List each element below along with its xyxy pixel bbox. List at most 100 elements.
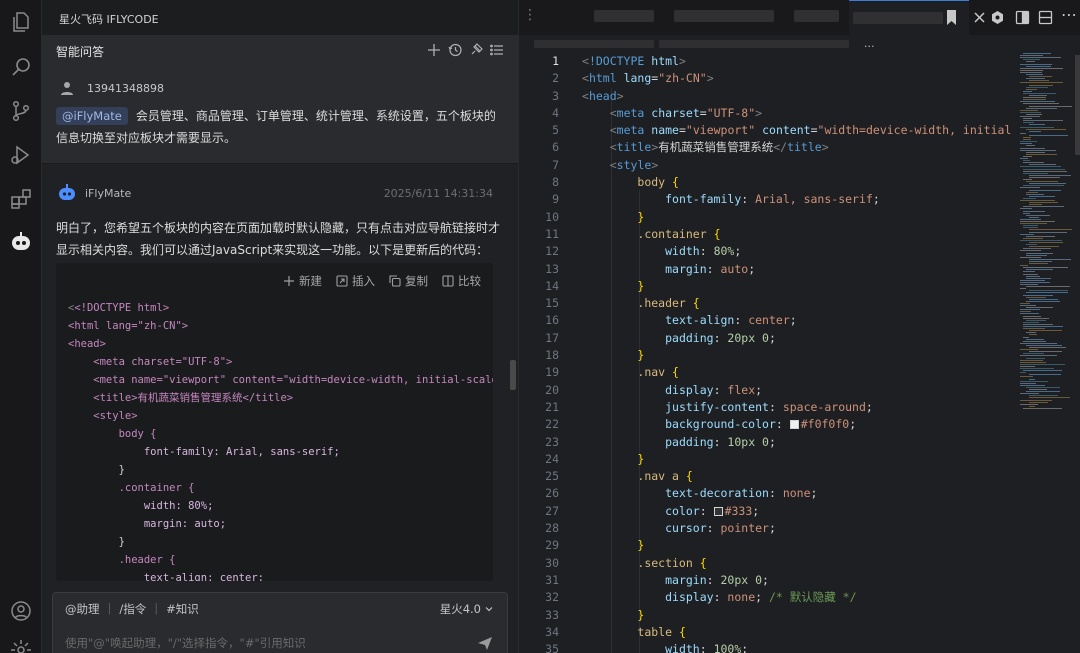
account-icon[interactable] bbox=[9, 599, 33, 623]
chat-header: 智能问答 bbox=[42, 35, 518, 65]
minimap-line bbox=[1029, 351, 1062, 353]
line-number: 19 bbox=[545, 365, 559, 380]
copy-button[interactable]: 复制 bbox=[389, 273, 428, 289]
code-line: } bbox=[637, 348, 645, 363]
minimap-line bbox=[1029, 347, 1066, 348]
chat-input-field[interactable]: 使用"@"唤起助理，"/"选择指令，"#"引用知识 bbox=[65, 635, 306, 651]
source-control-icon[interactable] bbox=[9, 99, 33, 123]
code-line: <meta name="viewport" content="width=dev… bbox=[609, 123, 1012, 138]
tab-blurred[interactable] bbox=[674, 10, 774, 22]
minimap-line bbox=[1020, 359, 1043, 361]
code-line: <!DOCTYPE html> bbox=[582, 54, 686, 68]
more-actions-icon[interactable]: ⋯ bbox=[1061, 5, 1077, 24]
minimap-line bbox=[1023, 155, 1032, 157]
line-number: 25 bbox=[545, 469, 559, 484]
toggle-panel-icon[interactable] bbox=[1038, 10, 1053, 25]
minimap-line bbox=[1020, 361, 1046, 363]
minimap-line bbox=[1020, 158, 1028, 159]
minimap-line bbox=[1020, 372, 1026, 374]
minimap-line bbox=[1020, 403, 1038, 405]
minimap[interactable] bbox=[1016, 53, 1076, 413]
minimap-line bbox=[1029, 130, 1041, 132]
code-line: background-color: #f0f0f0; bbox=[665, 417, 857, 432]
settings-icon[interactable] bbox=[9, 638, 33, 653]
code-area[interactable]: <!DOCTYPE html> <html lang="zh-CN"> <hea… bbox=[582, 53, 1012, 653]
minimap-line bbox=[1023, 248, 1051, 250]
minimap-line bbox=[1023, 317, 1049, 319]
minimap-line bbox=[1026, 74, 1043, 75]
explorer-icon[interactable] bbox=[9, 10, 33, 34]
new-file-button[interactable]: 新建 bbox=[283, 273, 322, 289]
breadcrumb-item[interactable] bbox=[534, 40, 654, 48]
insert-button[interactable]: 插入 bbox=[336, 273, 375, 289]
extensions-icon[interactable] bbox=[9, 187, 33, 211]
copy-icon bbox=[389, 275, 401, 287]
minimap-line bbox=[1023, 197, 1036, 199]
code-line: font-family: Arial, sans-serif; bbox=[68, 446, 340, 458]
chat-scrollbar[interactable] bbox=[510, 360, 516, 390]
line-number: 9 bbox=[552, 192, 559, 207]
tab-active[interactable] bbox=[849, 0, 969, 35]
breadcrumb-more[interactable]: ... bbox=[864, 37, 875, 50]
assistant-tag[interactable]: @iFlyMate bbox=[56, 107, 128, 125]
feedback-icon[interactable] bbox=[469, 43, 483, 57]
code-line: } bbox=[637, 278, 645, 293]
minimap-line bbox=[1023, 294, 1053, 296]
knowledge-option[interactable]: #知识 bbox=[166, 601, 199, 617]
run-debug-icon[interactable] bbox=[9, 143, 33, 167]
line-number: 33 bbox=[545, 607, 559, 622]
more-list-icon[interactable] bbox=[490, 43, 504, 57]
code-line: <head> bbox=[68, 338, 106, 350]
minimap-line bbox=[1023, 122, 1034, 124]
close-tab-icon[interactable] bbox=[972, 10, 987, 25]
minimap-line bbox=[1026, 244, 1037, 246]
search-icon[interactable] bbox=[9, 55, 33, 79]
line-number: 34 bbox=[545, 624, 559, 639]
bookmark-icon[interactable] bbox=[947, 10, 956, 25]
minimap-line bbox=[1023, 315, 1041, 317]
tab-blurred[interactable] bbox=[594, 10, 654, 22]
code-line: padding: 20px 0; bbox=[665, 330, 776, 345]
color-swatch[interactable] bbox=[789, 420, 799, 430]
code-line: padding: 10px 0; bbox=[665, 434, 776, 449]
history-icon[interactable] bbox=[448, 43, 462, 57]
minimap-line bbox=[1020, 382, 1036, 384]
divider bbox=[42, 163, 518, 164]
minimap-line bbox=[1029, 164, 1056, 166]
tab-active-label bbox=[853, 12, 943, 24]
minimap-line bbox=[1029, 397, 1070, 399]
line-number: 18 bbox=[545, 348, 559, 363]
minimap-line bbox=[1029, 204, 1042, 206]
minimap-line bbox=[1020, 208, 1032, 210]
line-number: 16 bbox=[545, 313, 559, 328]
breadcrumb-item[interactable] bbox=[659, 40, 849, 48]
color-swatch[interactable] bbox=[713, 506, 723, 516]
assistant-option[interactable]: @助理 bbox=[65, 601, 100, 617]
editor-scrollbar[interactable] bbox=[1075, 55, 1080, 155]
split-editor-icon[interactable] bbox=[1015, 10, 1030, 25]
send-icon[interactable] bbox=[477, 635, 493, 651]
minimap-line bbox=[1023, 267, 1068, 269]
extension-action-icon[interactable] bbox=[990, 10, 1005, 25]
command-option[interactable]: /指令 bbox=[119, 601, 146, 617]
iflycode-icon[interactable] bbox=[9, 230, 33, 254]
minimap-line bbox=[1023, 90, 1032, 92]
new-chat-icon[interactable] bbox=[427, 43, 441, 57]
compare-button[interactable]: 比较 bbox=[442, 273, 481, 289]
line-number: 28 bbox=[545, 521, 559, 536]
code-line: <meta charset="UTF-8"> bbox=[609, 105, 763, 120]
minimap-line bbox=[1029, 134, 1068, 136]
minimap-line bbox=[1026, 319, 1046, 321]
chat-input-box[interactable]: @助理 | /指令 | #知识 星火4.0 使用"@"唤起助理，"/"选择指令，… bbox=[52, 592, 508, 653]
minimap-line bbox=[1023, 170, 1067, 172]
code-line: .section { bbox=[637, 555, 707, 570]
new-file-label: 新建 bbox=[299, 274, 322, 288]
compare-label: 比较 bbox=[458, 274, 481, 288]
line-number: 5 bbox=[552, 123, 559, 138]
tab-blurred[interactable] bbox=[794, 10, 839, 22]
model-selector[interactable]: 星火4.0 bbox=[440, 601, 493, 617]
line-number: 26 bbox=[545, 486, 559, 501]
minimap-line bbox=[1026, 357, 1045, 359]
user-avatar-icon bbox=[60, 80, 74, 95]
minimap-line bbox=[1026, 214, 1050, 216]
